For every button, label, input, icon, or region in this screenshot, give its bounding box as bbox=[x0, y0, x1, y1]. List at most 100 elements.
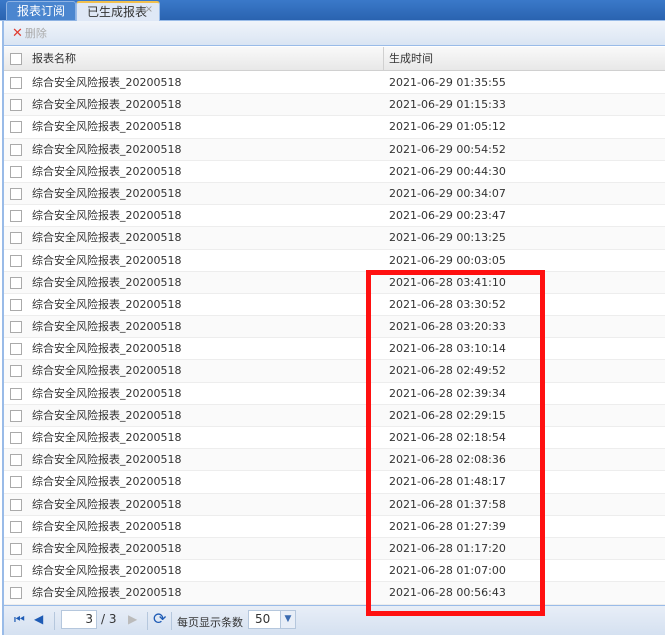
table-row[interactable]: 综合安全风险报表_20200518 2021-06-28 01:27:39 bbox=[4, 516, 665, 538]
table-row[interactable]: 综合安全风险报表_20200518 2021-06-29 00:54:52 bbox=[4, 138, 665, 161]
column-header-name[interactable]: 报表名称 bbox=[32, 47, 76, 71]
report-name: 综合安全风险报表_20200518 bbox=[32, 386, 182, 400]
row-checkbox[interactable] bbox=[10, 365, 22, 378]
table-row[interactable]: 综合安全风险报表_20200518 2021-06-28 02:18:54 bbox=[4, 427, 665, 450]
table-row[interactable]: 综合安全风险报表_20200518 2021-06-28 02:49:52 bbox=[4, 360, 665, 383]
row-checkbox[interactable] bbox=[10, 498, 22, 511]
total-pages: / 3 bbox=[101, 612, 117, 626]
tab-label: 已生成报表 bbox=[87, 5, 148, 19]
table-row[interactable]: 综合安全风险报表_20200518 2021-06-28 02:39:34 bbox=[4, 383, 665, 405]
row-checkbox[interactable] bbox=[10, 520, 22, 533]
tab-label: 报表订阅 bbox=[17, 4, 66, 18]
close-icon[interactable]: × bbox=[145, 0, 153, 19]
row-checkbox[interactable] bbox=[10, 409, 22, 422]
table-row[interactable]: 综合安全风险报表_20200518 2021-06-28 02:08:36 bbox=[4, 449, 665, 472]
row-checkbox[interactable] bbox=[10, 77, 22, 89]
table-row[interactable]: 综合安全风险报表_20200518 2021-06-29 00:34:07 bbox=[4, 182, 665, 206]
row-checkbox[interactable] bbox=[10, 276, 22, 289]
row-checkbox[interactable] bbox=[10, 121, 22, 134]
row-checkbox[interactable] bbox=[10, 542, 22, 555]
report-name: 综合安全风险报表_20200518 bbox=[32, 209, 182, 223]
table-row[interactable]: 综合安全风险报表_20200518 2021-06-28 03:30:52 bbox=[4, 294, 665, 317]
table-row[interactable]: 综合安全风险报表_20200518 2021-06-29 01:15:33 bbox=[4, 94, 665, 117]
table-row[interactable]: 综合安全风险报表_20200518 2021-06-28 01:07:00 bbox=[4, 560, 665, 583]
row-checkbox[interactable] bbox=[10, 565, 22, 578]
report-name: 综合安全风险报表_20200518 bbox=[32, 231, 182, 245]
refresh-icon[interactable]: ⟳ bbox=[153, 609, 166, 628]
row-checkbox[interactable] bbox=[10, 143, 22, 156]
report-name: 综合安全风险报表_20200518 bbox=[32, 297, 182, 311]
row-checkbox[interactable] bbox=[10, 254, 22, 267]
generated-time: 2021-06-29 00:44:30 bbox=[389, 164, 506, 178]
table-row[interactable]: 综合安全风险报表_20200518 2021-06-28 03:10:14 bbox=[4, 338, 665, 361]
table-row[interactable]: 综合安全风险报表_20200518 2021-06-29 01:05:12 bbox=[4, 116, 665, 139]
row-checkbox[interactable] bbox=[10, 321, 22, 334]
column-divider bbox=[383, 47, 384, 71]
report-name: 综合安全风险报表_20200518 bbox=[32, 320, 182, 334]
table-header: 报表名称 生成时间 bbox=[4, 47, 665, 71]
row-checkbox[interactable] bbox=[10, 165, 22, 178]
row-checkbox[interactable] bbox=[10, 232, 22, 245]
table-row[interactable]: 综合安全风险报表_20200518 2021-06-28 03:41:10 bbox=[4, 271, 665, 294]
generated-time: 2021-06-29 00:13:25 bbox=[389, 231, 506, 245]
generated-time: 2021-06-29 01:15:33 bbox=[389, 98, 506, 112]
report-name: 综合安全风险报表_20200518 bbox=[32, 342, 182, 356]
prev-page-icon[interactable]: ◀ bbox=[34, 612, 43, 626]
report-name: 综合安全风险报表_20200518 bbox=[32, 586, 182, 600]
tab-report-subscription[interactable]: 报表订阅 bbox=[6, 1, 77, 21]
highlight-box bbox=[366, 270, 545, 616]
row-checkbox[interactable] bbox=[10, 387, 22, 400]
tab-generated-reports[interactable]: 已生成报表 × bbox=[76, 1, 160, 21]
chevron-down-icon[interactable]: ▼ bbox=[280, 610, 296, 629]
table-row[interactable]: 综合安全风险报表_20200518 2021-06-28 02:29:15 bbox=[4, 404, 665, 427]
table-row[interactable]: 综合安全风险报表_20200518 2021-06-28 03:20:33 bbox=[4, 316, 665, 339]
row-checkbox[interactable] bbox=[10, 432, 22, 444]
report-name: 综合安全风险报表_20200518 bbox=[32, 253, 182, 267]
generated-time: 2021-06-29 00:54:52 bbox=[389, 142, 506, 156]
divider bbox=[54, 612, 55, 630]
tab-strip: 报表订阅 已生成报表 × bbox=[0, 0, 665, 21]
generated-time: 2021-06-29 01:35:55 bbox=[389, 76, 506, 89]
table-row[interactable]: 综合安全风险报表_20200518 2021-06-29 00:03:05 bbox=[4, 250, 665, 272]
pagination-bar: ⏮ ◀ 3 / 3 ▶ ⟳ 每页显示条数 50 ▼ bbox=[4, 605, 665, 635]
table-row[interactable]: 综合安全风险报表_20200518 2021-06-29 01:35:55 bbox=[4, 72, 665, 95]
toolbar: ✕ 删除 bbox=[4, 21, 665, 46]
divider bbox=[147, 612, 148, 630]
generated-time: 2021-06-29 00:03:05 bbox=[389, 253, 506, 267]
report-name: 综合安全风险报表_20200518 bbox=[32, 142, 182, 156]
page-number-input[interactable]: 3 bbox=[61, 610, 97, 629]
table-row[interactable]: 综合安全风险报表_20200518 2021-06-29 00:13:25 bbox=[4, 227, 665, 250]
table-row[interactable]: 综合安全风险报表_20200518 2021-06-29 00:44:30 bbox=[4, 161, 665, 183]
report-panel: ✕ 删除 报表名称 生成时间 综合安全风险报表_20200518 2021-06-2… bbox=[2, 21, 665, 635]
row-checkbox[interactable] bbox=[10, 210, 22, 223]
table-row[interactable]: 综合安全风险报表_20200518 2021-06-28 01:17:20 bbox=[4, 537, 665, 561]
report-name: 综合安全风险报表_20200518 bbox=[32, 475, 182, 489]
report-name: 综合安全风险报表_20200518 bbox=[32, 275, 182, 289]
row-checkbox[interactable] bbox=[10, 587, 22, 600]
table-row[interactable]: 综合安全风险报表_20200518 2021-06-28 01:37:58 bbox=[4, 493, 665, 516]
row-checkbox[interactable] bbox=[10, 476, 22, 489]
row-checkbox[interactable] bbox=[10, 298, 22, 311]
generated-time: 2021-06-29 00:34:07 bbox=[389, 186, 506, 200]
select-all-checkbox[interactable] bbox=[10, 53, 22, 65]
report-name: 综合安全风险报表_20200518 bbox=[32, 76, 182, 89]
report-name: 综合安全风险报表_20200518 bbox=[32, 120, 182, 134]
row-checkbox[interactable] bbox=[10, 343, 22, 356]
next-page-icon[interactable]: ▶ bbox=[128, 612, 137, 626]
table-row[interactable]: 综合安全风险报表_20200518 2021-06-28 01:48:17 bbox=[4, 471, 665, 494]
report-name: 综合安全风险报表_20200518 bbox=[32, 453, 182, 467]
row-checkbox[interactable] bbox=[10, 454, 22, 467]
table-row[interactable]: 综合安全风险报表_20200518 2021-06-28 00:56:43 bbox=[4, 582, 665, 605]
table-row[interactable]: 综合安全风险报表_20200518 2021-06-29 00:23:47 bbox=[4, 205, 665, 228]
generated-time: 2021-06-29 01:05:12 bbox=[389, 120, 506, 134]
report-name: 综合安全风险报表_20200518 bbox=[32, 186, 182, 200]
divider bbox=[171, 612, 172, 630]
row-checkbox[interactable] bbox=[10, 99, 22, 112]
per-page-label: 每页显示条数 bbox=[177, 616, 243, 629]
report-name: 综合安全风险报表_20200518 bbox=[32, 364, 182, 378]
delete-button[interactable]: ✕ 删除 bbox=[12, 26, 47, 41]
first-page-icon[interactable]: ⏮ bbox=[14, 612, 25, 627]
row-checkbox[interactable] bbox=[10, 187, 22, 200]
column-header-time[interactable]: 生成时间 bbox=[389, 47, 433, 71]
table-body: 综合安全风险报表_20200518 2021-06-29 01:35:55 综合安全… bbox=[4, 72, 665, 605]
